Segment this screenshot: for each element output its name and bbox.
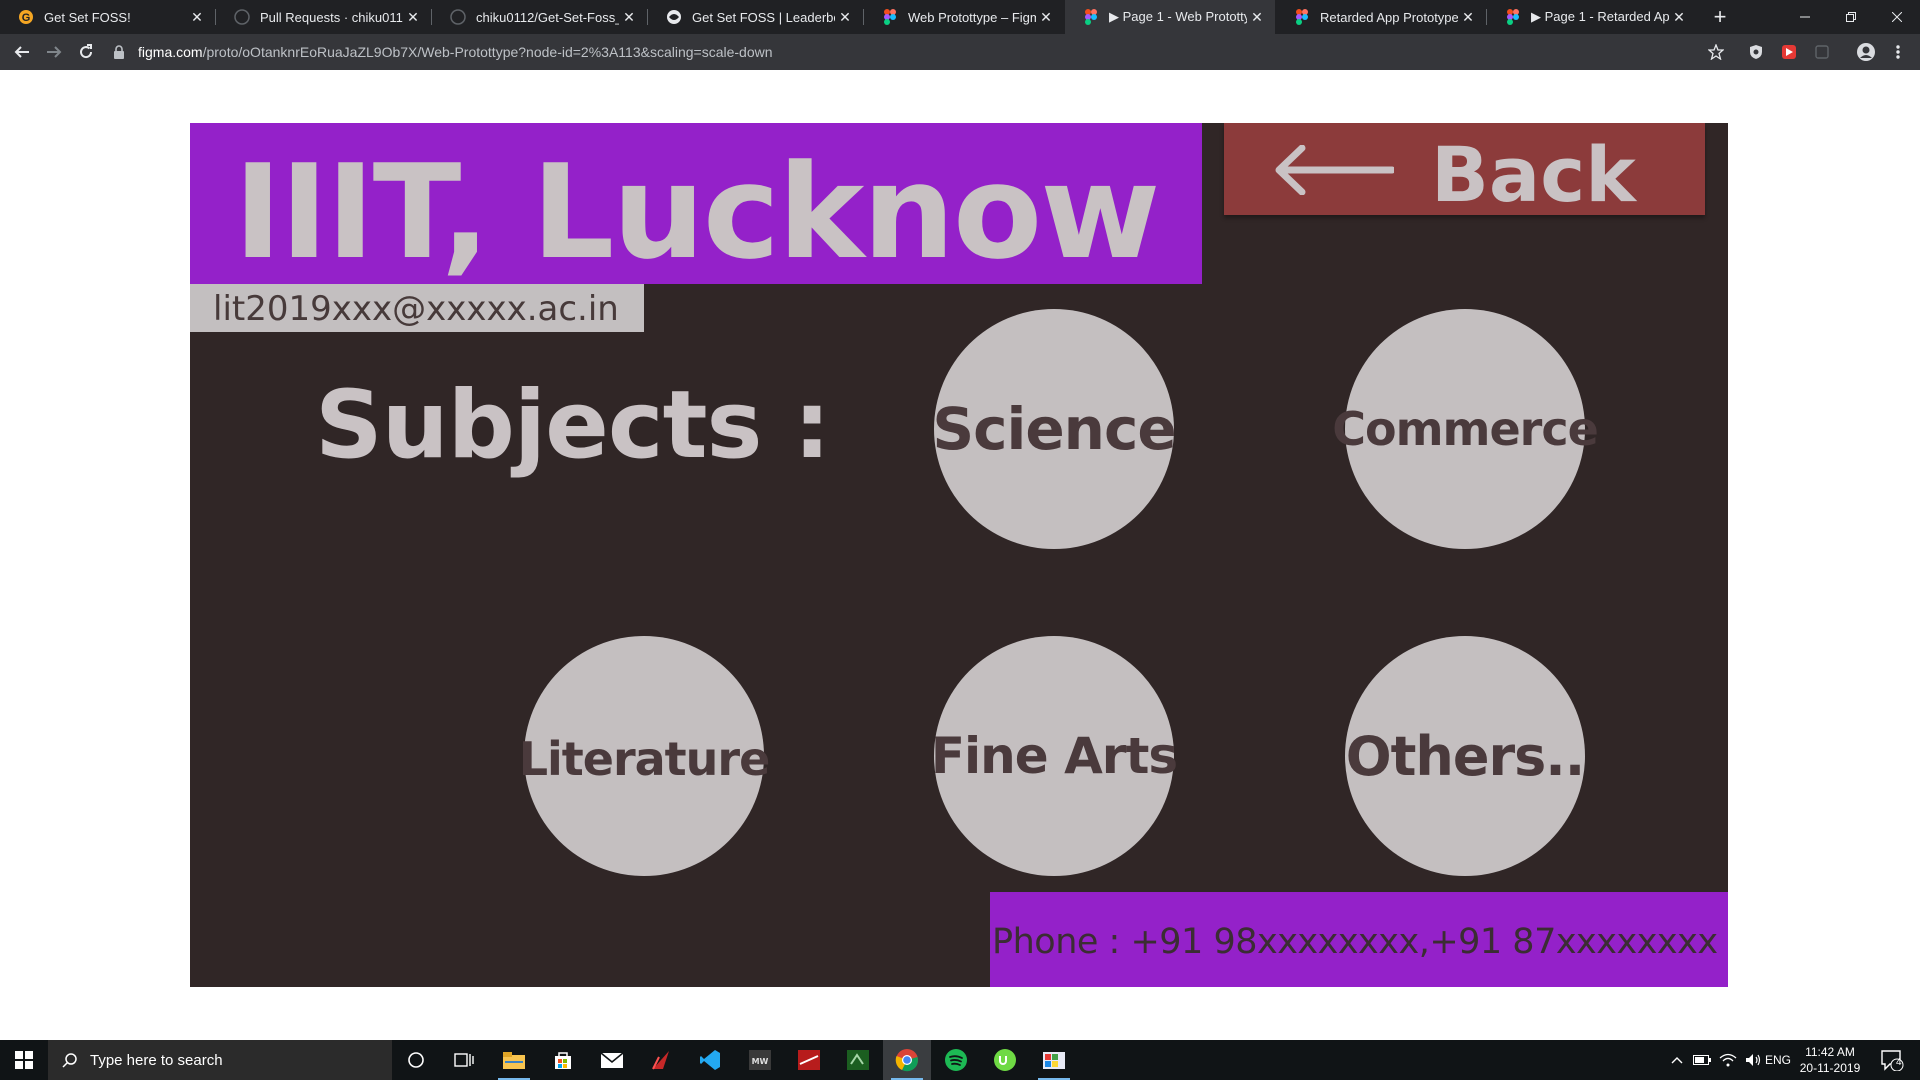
close-icon[interactable]: ✕ bbox=[1247, 9, 1267, 26]
reload-icon bbox=[80, 44, 93, 59]
close-icon[interactable]: ✕ bbox=[187, 9, 207, 26]
subject-literature-button[interactable]: Literature bbox=[519, 636, 770, 876]
game-app-icon[interactable] bbox=[637, 1040, 685, 1080]
back-button-label: Back bbox=[1431, 130, 1636, 219]
get-set-foss-icon: G bbox=[18, 9, 34, 25]
back-button[interactable]: Back bbox=[1224, 123, 1705, 219]
taskbar-search[interactable]: Type here to search bbox=[48, 1040, 392, 1080]
globe-icon bbox=[666, 9, 682, 25]
figma-icon bbox=[1505, 9, 1521, 25]
figma-icon bbox=[882, 9, 898, 25]
tab-pull-requests[interactable]: Pull Requests · chiku0112/G ✕ bbox=[216, 0, 431, 34]
terminal-app-icon[interactable] bbox=[834, 1040, 882, 1080]
language-indicator[interactable]: ENG bbox=[1765, 1040, 1791, 1080]
tab-strip: G Get Set FOSS! ✕ Pull Requests · chiku0… bbox=[0, 0, 1920, 34]
github-icon bbox=[234, 9, 250, 25]
close-icon[interactable]: ✕ bbox=[1036, 9, 1056, 26]
subjects-heading: Subjects : bbox=[315, 371, 831, 480]
title-banner: IIIT, Lucknow bbox=[190, 123, 1202, 288]
address-bar[interactable]: figma.com/proto/oOtanknrEoRuaJaZL9Ob7X/W… bbox=[112, 37, 1712, 67]
minimize-button[interactable] bbox=[1782, 0, 1828, 34]
close-icon[interactable]: ✕ bbox=[1458, 9, 1478, 26]
subject-fine-arts-button[interactable]: Fine Arts bbox=[930, 636, 1178, 876]
close-icon[interactable]: ✕ bbox=[403, 9, 423, 26]
close-icon[interactable]: ✕ bbox=[1669, 9, 1689, 26]
extension-placeholder-icon[interactable] bbox=[1812, 42, 1832, 62]
arrow-right-icon bbox=[47, 46, 62, 58]
modern-warfare-icon[interactable]: MW bbox=[736, 1040, 784, 1080]
red-extension-icon[interactable] bbox=[1779, 42, 1799, 62]
github-icon bbox=[450, 9, 466, 25]
subject-label: Science bbox=[932, 395, 1176, 463]
subject-label: Commerce bbox=[1332, 402, 1599, 456]
bookmark-star-icon[interactable] bbox=[1706, 42, 1726, 62]
start-button[interactable] bbox=[0, 1040, 48, 1080]
search-icon bbox=[62, 1053, 77, 1068]
email-box: lit2019xxx@xxxxx.ac.in bbox=[190, 284, 644, 332]
taskbar-clock[interactable]: 11:42 AM 20-11-2019 bbox=[1790, 1044, 1870, 1076]
upwork-icon[interactable] bbox=[981, 1040, 1029, 1080]
racing-game-icon[interactable] bbox=[785, 1040, 833, 1080]
cortana-icon[interactable] bbox=[392, 1040, 440, 1080]
volume-icon[interactable] bbox=[1742, 1040, 1766, 1080]
spotify-icon[interactable] bbox=[932, 1040, 980, 1080]
mail-icon[interactable] bbox=[588, 1040, 636, 1080]
tab-leaderboard[interactable]: Get Set FOSS | Leaderboard ✕ bbox=[648, 0, 863, 34]
close-icon bbox=[1892, 12, 1902, 22]
subject-label: Others.. bbox=[1345, 724, 1586, 788]
arrow-left-icon bbox=[14, 46, 29, 58]
forward-nav-button[interactable] bbox=[40, 38, 68, 66]
windows-logo-icon bbox=[15, 1051, 33, 1069]
chrome-icon[interactable] bbox=[883, 1040, 931, 1080]
figma-icon bbox=[1083, 9, 1099, 25]
browser-toolbar: figma.com/proto/oOtanknrEoRuaJaZL9Ob7X/W… bbox=[0, 34, 1920, 70]
subject-others-button[interactable]: Others.. bbox=[1345, 636, 1585, 876]
notification-center-button[interactable]: 4 bbox=[1872, 1040, 1912, 1080]
prototype-frame: IIIT, Lucknow Back lit2019xxx@xxxxx.ac.i… bbox=[190, 123, 1728, 987]
subject-science-button[interactable]: Science bbox=[932, 309, 1177, 549]
more-menu-icon[interactable] bbox=[1888, 42, 1908, 62]
url-text: figma.com/proto/oOtanknrEoRuaJaZL9Ob7X/W… bbox=[138, 44, 773, 60]
tab-figma-prototype-active[interactable]: ▶ Page 1 - Web Protottype ✕ bbox=[1065, 0, 1275, 34]
restore-icon bbox=[1846, 12, 1856, 22]
wifi-icon[interactable] bbox=[1716, 1040, 1740, 1080]
task-view-icon[interactable] bbox=[440, 1040, 488, 1080]
subject-label: Fine Arts bbox=[930, 727, 1178, 785]
back-nav-button[interactable] bbox=[8, 38, 36, 66]
svg-text:MW: MW bbox=[752, 1057, 769, 1066]
subject-commerce-button[interactable]: Commerce bbox=[1332, 309, 1599, 549]
profile-avatar-icon[interactable] bbox=[1856, 42, 1876, 62]
battery-icon[interactable] bbox=[1690, 1040, 1714, 1080]
close-window-button[interactable] bbox=[1874, 0, 1920, 34]
arrow-left-icon bbox=[1275, 145, 1394, 195]
lock-icon bbox=[114, 45, 124, 59]
minimize-icon bbox=[1800, 16, 1810, 18]
notification-count: 4 bbox=[1896, 1057, 1902, 1068]
microsoft-store-icon[interactable] bbox=[539, 1040, 587, 1080]
paint-app-icon[interactable] bbox=[1030, 1040, 1078, 1080]
file-explorer-icon[interactable] bbox=[490, 1040, 538, 1080]
restore-button[interactable] bbox=[1828, 0, 1874, 34]
page-title: IIIT, Lucknow bbox=[233, 136, 1161, 288]
phone-bar: Phone : +91 98xxxxxxxx,+91 87xxxxxxxx bbox=[990, 892, 1728, 987]
vscode-icon[interactable] bbox=[686, 1040, 734, 1080]
shield-extension-icon[interactable] bbox=[1746, 42, 1766, 62]
phone-number: Phone : +91 98xxxxxxxx,+91 87xxxxxxxx bbox=[992, 922, 1718, 962]
close-icon[interactable]: ✕ bbox=[835, 9, 855, 26]
tab-retarded-app[interactable]: Retarded App Prototype – F ✕ bbox=[1276, 0, 1486, 34]
reload-button[interactable] bbox=[72, 38, 100, 66]
tray-chevron-up-icon[interactable] bbox=[1666, 1040, 1688, 1080]
windows-taskbar: Type here to search MW ENG 11:42 AM 20-1… bbox=[0, 1040, 1920, 1080]
tab-repo[interactable]: chiku0112/Get-Set-Foss_De ✕ bbox=[432, 0, 647, 34]
tab-figma-file[interactable]: Web Protottype – Figma ✕ bbox=[864, 0, 1064, 34]
new-tab-button[interactable]: + bbox=[1706, 3, 1734, 31]
user-email: lit2019xxx@xxxxx.ac.in bbox=[213, 289, 619, 329]
subject-label: Literature bbox=[518, 732, 771, 786]
tab-retarded-app-page[interactable]: ▶ Page 1 - Retarded App P ✕ bbox=[1487, 0, 1697, 34]
svg-text:G: G bbox=[22, 12, 31, 24]
tab-get-set-foss[interactable]: G Get Set FOSS! ✕ bbox=[0, 0, 215, 34]
close-icon[interactable]: ✕ bbox=[619, 9, 639, 26]
figma-icon bbox=[1294, 9, 1310, 25]
